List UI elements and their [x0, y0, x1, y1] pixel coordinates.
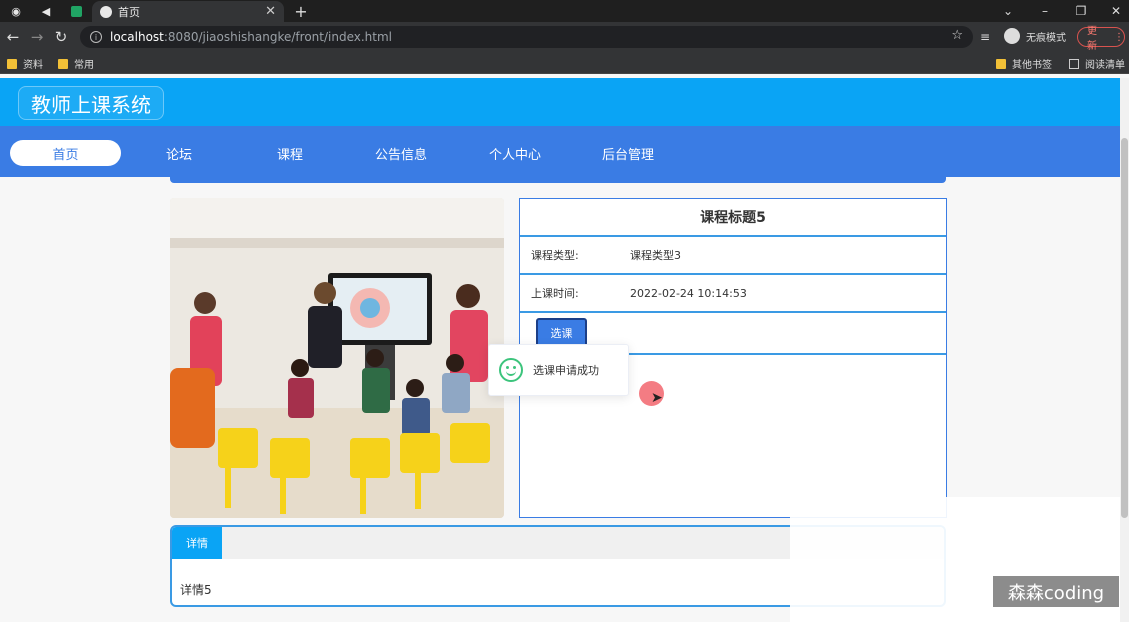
update-label: 更新 [1087, 26, 1097, 52]
course-type-label: 课程类型: [531, 249, 579, 262]
bookmark-folder[interactable]: 其他书签 [996, 56, 1052, 71]
bookmark-label: 其他书签 [1012, 60, 1052, 71]
bookmark-folder[interactable]: 常用 [58, 56, 94, 71]
smile-icon [499, 358, 523, 382]
classroom-photo [170, 198, 504, 518]
forward-icon[interactable]: → [28, 28, 46, 46]
tab-title: 首页 [118, 5, 140, 19]
course-time-value: 2022-02-24 10:14:53 [630, 286, 747, 300]
url-host: localhost [110, 30, 164, 44]
details-content: 详情5 [180, 583, 212, 597]
select-course-button[interactable]: 选课 [536, 318, 587, 347]
star-icon[interactable]: ☆ [951, 28, 963, 43]
incognito-indicator[interactable]: 无痕模式 [1004, 28, 1066, 44]
folder-icon [7, 58, 17, 69]
restore-button[interactable]: ❐ [1066, 0, 1096, 22]
nav-item-home[interactable]: 首页 [10, 140, 121, 166]
bookmark-label: 常用 [74, 60, 94, 71]
bookmarks-bar: 资料 常用 其他书签 阅读清单 [0, 52, 1129, 74]
close-icon[interactable]: ✕ [265, 4, 276, 19]
tab-details[interactable]: 详情 [172, 527, 222, 559]
chevron-down-icon[interactable]: ⌄ [993, 0, 1023, 22]
course-time-label: 上课时间: [531, 287, 579, 300]
sheets-icon[interactable] [66, 2, 86, 20]
globe-icon [100, 5, 112, 18]
incognito-label: 无痕模式 [1026, 32, 1066, 44]
nav-item-profile[interactable]: 个人中心 [459, 140, 571, 166]
course-type-value: 课程类型3 [630, 249, 681, 262]
site-header: 教师上课系统 [0, 78, 1120, 126]
browser-tab-bar: ◉ ◀ 首页 ✕ + ⌄ – ❐ ✕ [0, 0, 1129, 22]
page: 教师上课系统 首页 论坛 课程 公告信息 个人中心 后台管理 课程标题5 课程类… [0, 74, 1129, 622]
reading-list[interactable]: 阅读清单 [1069, 56, 1125, 71]
new-tab-button[interactable]: + [292, 0, 310, 22]
bookmark-label: 阅读清单 [1085, 60, 1125, 71]
site-logo[interactable]: 教师上课系统 [18, 86, 164, 120]
active-tab[interactable]: 首页 ✕ [92, 1, 284, 22]
scrollbar-thumb[interactable] [1121, 138, 1128, 518]
incognito-icon [1004, 28, 1020, 44]
globe-icon[interactable]: ◉ [6, 2, 26, 20]
nav-item-courses[interactable]: 课程 [234, 140, 346, 166]
watermark: 森森coding [993, 576, 1119, 607]
list-icon [1069, 58, 1079, 69]
update-button[interactable]: 更新 ⋮ [1077, 26, 1125, 52]
main-nav: 首页 论坛 课程 公告信息 个人中心 后台管理 [0, 126, 1120, 177]
course-image [170, 198, 504, 518]
page-scrollbar[interactable] [1120, 78, 1129, 622]
nav-strip [170, 176, 946, 183]
toast-message: 选课申请成功 [533, 364, 599, 377]
reload-icon[interactable]: ↻ [52, 28, 70, 46]
bookmark-label: 资料 [23, 60, 43, 71]
url-path: :8080/jiaoshishangke/front/index.html [163, 30, 393, 44]
course-title: 课程标题5 [520, 199, 946, 237]
mouse-cursor-icon: ➤ [651, 390, 663, 406]
bookmark-folder[interactable]: 资料 [7, 56, 43, 71]
success-toast: 选课申请成功 [488, 344, 629, 396]
course-time-row: 上课时间: 2022-02-24 10:14:53 [520, 275, 946, 313]
course-type-row: 课程类型: 课程类型3 [520, 237, 946, 275]
nav-item-admin[interactable]: 后台管理 [572, 140, 684, 166]
nav-item-announcements[interactable]: 公告信息 [345, 140, 457, 166]
nav-item-forum[interactable]: 论坛 [123, 140, 235, 166]
address-bar[interactable]: i localhost:8080/jiaoshishangke/front/in… [80, 26, 973, 48]
minimize-button[interactable]: – [1030, 0, 1060, 22]
speaker-icon[interactable]: ◀ [36, 2, 56, 20]
back-icon[interactable]: ← [4, 28, 22, 46]
info-icon[interactable]: i [90, 31, 102, 43]
close-window-button[interactable]: ✕ [1101, 0, 1129, 22]
folder-icon [58, 58, 68, 69]
folder-icon [996, 58, 1006, 69]
reading-list-icon[interactable]: ≡ [980, 30, 990, 44]
